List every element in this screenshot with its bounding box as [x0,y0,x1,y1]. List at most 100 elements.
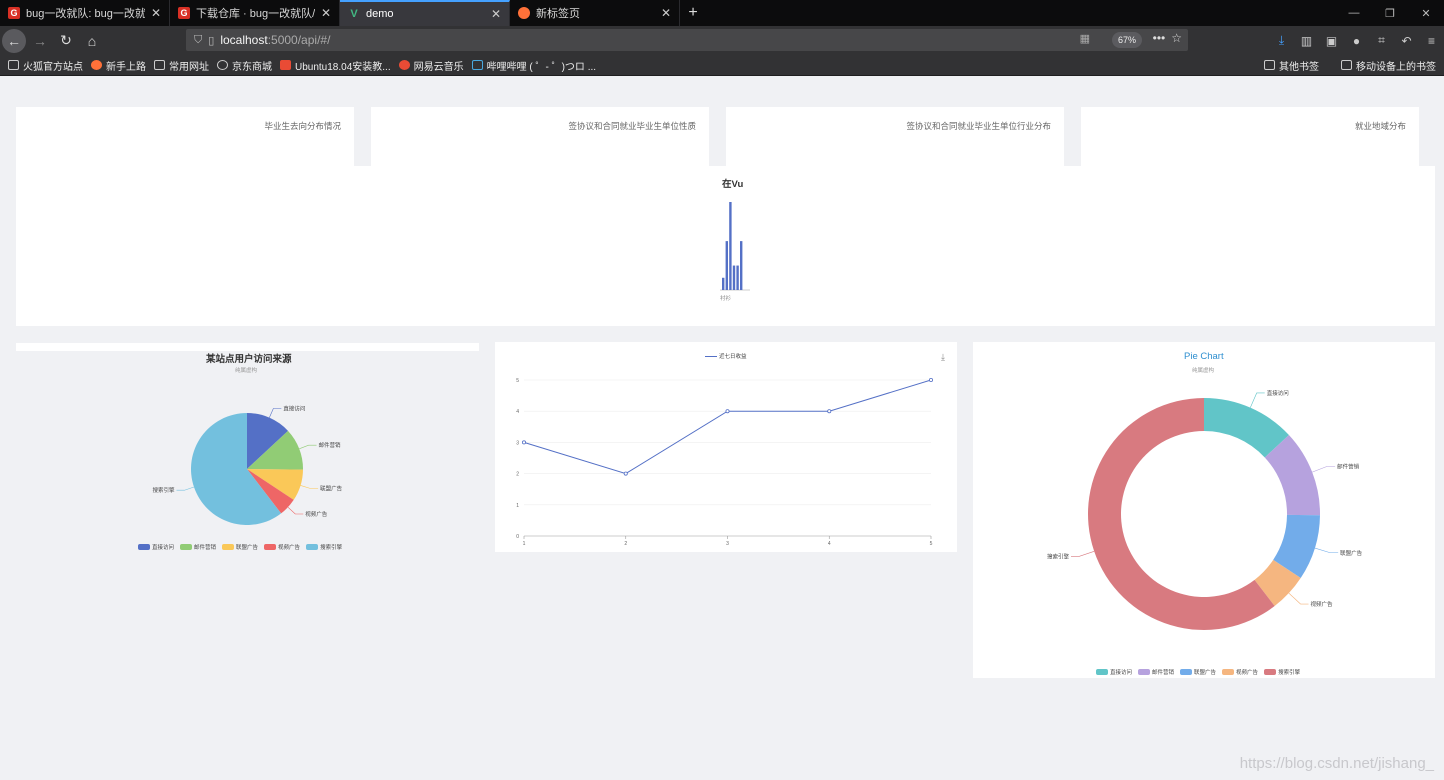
legend-item[interactable]: 邮件营销 [180,543,216,551]
netease-music-icon [398,60,410,70]
legend-swatch [222,544,235,550]
url-host: localhost [220,33,268,47]
bookmark-item[interactable]: 新手上路 [91,58,146,73]
close-icon[interactable]: ✕ [151,6,161,20]
toolbar-icons: ⤓ ▥ ▣ ● ⌗ ↶ ≡ [1269,26,1444,55]
legend-label: 邮件营销 [1152,670,1175,676]
gitee-icon: G [178,7,190,19]
slice-label: 邮件营销 [1337,462,1360,470]
home-button[interactable]: ⌂ [80,29,104,53]
legend-label: 联盟广告 [1194,670,1217,676]
close-icon[interactable]: ✕ [661,6,671,20]
folder-icon [1264,60,1275,70]
label-leader [1314,547,1339,554]
legend-item[interactable]: 搜索引擎 [306,543,342,551]
close-icon[interactable]: ✕ [491,7,501,21]
card-title: 签协议和合同就业毕业生单位行业分布 [906,121,1051,131]
legend-label: 邮件营销 [194,545,217,551]
bar [729,202,732,290]
qr-code-icon[interactable]: ▦ [1080,32,1090,45]
bookmark-item[interactable]: 常用网址 [154,58,209,73]
firefox-icon [91,60,102,70]
restore-button[interactable]: ❐ [1372,0,1408,26]
card-region-distribution: 就业地域分布 [1081,107,1419,167]
tab-title: 下载仓库 · bug一改就队/proj [196,8,315,20]
vue-icon: V [350,8,358,20]
x-tick-label: 2 [624,541,627,547]
account-icon[interactable]: ● [1344,34,1369,48]
legend-swatch [180,544,193,550]
bookmark-item[interactable]: 网易云音乐 [398,58,464,73]
folder-icon [1341,60,1352,70]
tab-demo[interactable]: V demo ✕ [340,0,510,26]
legend-label: 搜索引擎 [320,545,343,551]
bookmark-item[interactable]: Ubuntu18.04安装教... [280,58,391,73]
slice-label: 直接访问 [283,404,305,412]
legend-swatch [1222,669,1235,675]
legend-swatch [1180,669,1193,675]
menu-icon[interactable]: ≡ [1419,34,1444,48]
tab-title: 新标签页 [536,8,580,20]
bookmarks-toolbar: 火狐官方站点 新手上路 常用网址 京东商城 Ubuntu18.04安装教... … [0,55,1444,76]
slice-label: 搜索引擎 [152,486,175,494]
legend-item[interactable]: 联盟广告 [1180,668,1216,676]
legend-item[interactable]: 直接访问 [1096,668,1132,676]
forward-button[interactable]: → [28,29,52,53]
download-icon[interactable]: ⤓ [1269,33,1294,48]
legend-item[interactable]: 邮件营销 [1138,668,1174,676]
legend-item[interactable]: 联盟广告 [222,543,258,551]
legend-item[interactable]: 视频广告 [1222,668,1258,676]
bar [725,241,728,290]
slice-label: 邮件营销 [319,441,342,449]
close-window-button[interactable]: ✕ [1408,0,1444,26]
pie2-legend: 直接访问 邮件营销 联盟广告 视频广告 搜索引擎 [1096,668,1300,676]
folder-icon [154,60,165,70]
bookmark-item[interactable]: 哔哩哔哩 ( ゜- ゜)つロ ... [471,58,596,73]
folder-icon [8,60,19,70]
legend-label: 联盟广告 [236,545,259,551]
line-chart-card: 近七日收益 ⤓ 01234512345 [495,342,957,552]
data-point [521,440,526,445]
legend-swatch [1264,669,1277,675]
legend-label: 视频广告 [278,545,301,551]
new-tab-button[interactable]: + [680,0,706,26]
screenshot-icon[interactable]: ⌗ [1369,33,1394,48]
page-content: 毕业生去向分布情况 签协议和合同就业毕业生单位性质 签协议和合同就业毕业生单位行… [0,77,1444,780]
zoom-level[interactable]: 67% [1111,32,1142,48]
bookmark-item[interactable]: 京东商城 [217,58,272,73]
pie1-chart: 直接访问邮件营销联盟广告视频广告 搜索引擎 [152,404,343,525]
series-line [523,379,932,475]
more-icon[interactable]: ••• [1153,31,1166,45]
sidebar-icon[interactable]: ▣ [1319,34,1344,48]
bilibili-icon [471,60,483,70]
undo-icon[interactable]: ↶ [1394,34,1419,48]
library-icon[interactable]: ▥ [1294,34,1319,48]
tab-new-tab-page[interactable]: 新标签页 ✕ [510,0,680,26]
y-tick-label: 4 [516,409,519,415]
y-tick-label: 0 [516,534,519,540]
legend-swatch [1096,669,1108,675]
tab-title: bug一改就队: bug一改就队... [26,8,145,20]
bookmark-star-icon[interactable]: ☆ [1171,31,1182,45]
reload-button[interactable]: ↻ [54,29,78,53]
legend-item[interactable]: 搜索引擎 [1264,668,1300,676]
minimize-button[interactable]: — [1336,0,1372,26]
donut-chart-card: Pie Chart 纯属虚构 直接访问 邮件营销 联盟广告 视频广告 搜索引擎 直接访问… [973,342,1435,678]
bookmark-mobile[interactable]: 移动设备上的书签 [1341,58,1436,73]
tab-download-repo[interactable]: G 下载仓库 · bug一改就队/proj ✕ [170,0,340,26]
gitee-icon: G [8,7,20,19]
slice-label: 联盟广告 [1340,549,1363,557]
tab-bug-team[interactable]: G bug一改就队: bug一改就队... ✕ [0,0,170,26]
close-icon[interactable]: ✕ [321,6,331,20]
address-bar[interactable]: ⛉ ▯ localhost :5000/api/#/ ▦ 67% ••• ☆ [186,29,1188,51]
label-leader [269,408,282,418]
x-tick-label: 5 [930,541,933,547]
y-tick-label: 5 [516,378,519,384]
bookmark-other[interactable]: 其他书签 [1264,58,1319,73]
bar [736,265,739,290]
legend-item[interactable]: 视频广告 [264,543,300,551]
bookmark-item[interactable]: 火狐官方站点 [8,58,83,73]
back-button[interactable]: ← [2,28,26,53]
label-leader [176,486,195,491]
legend-item[interactable]: 直接访问 [138,543,174,551]
